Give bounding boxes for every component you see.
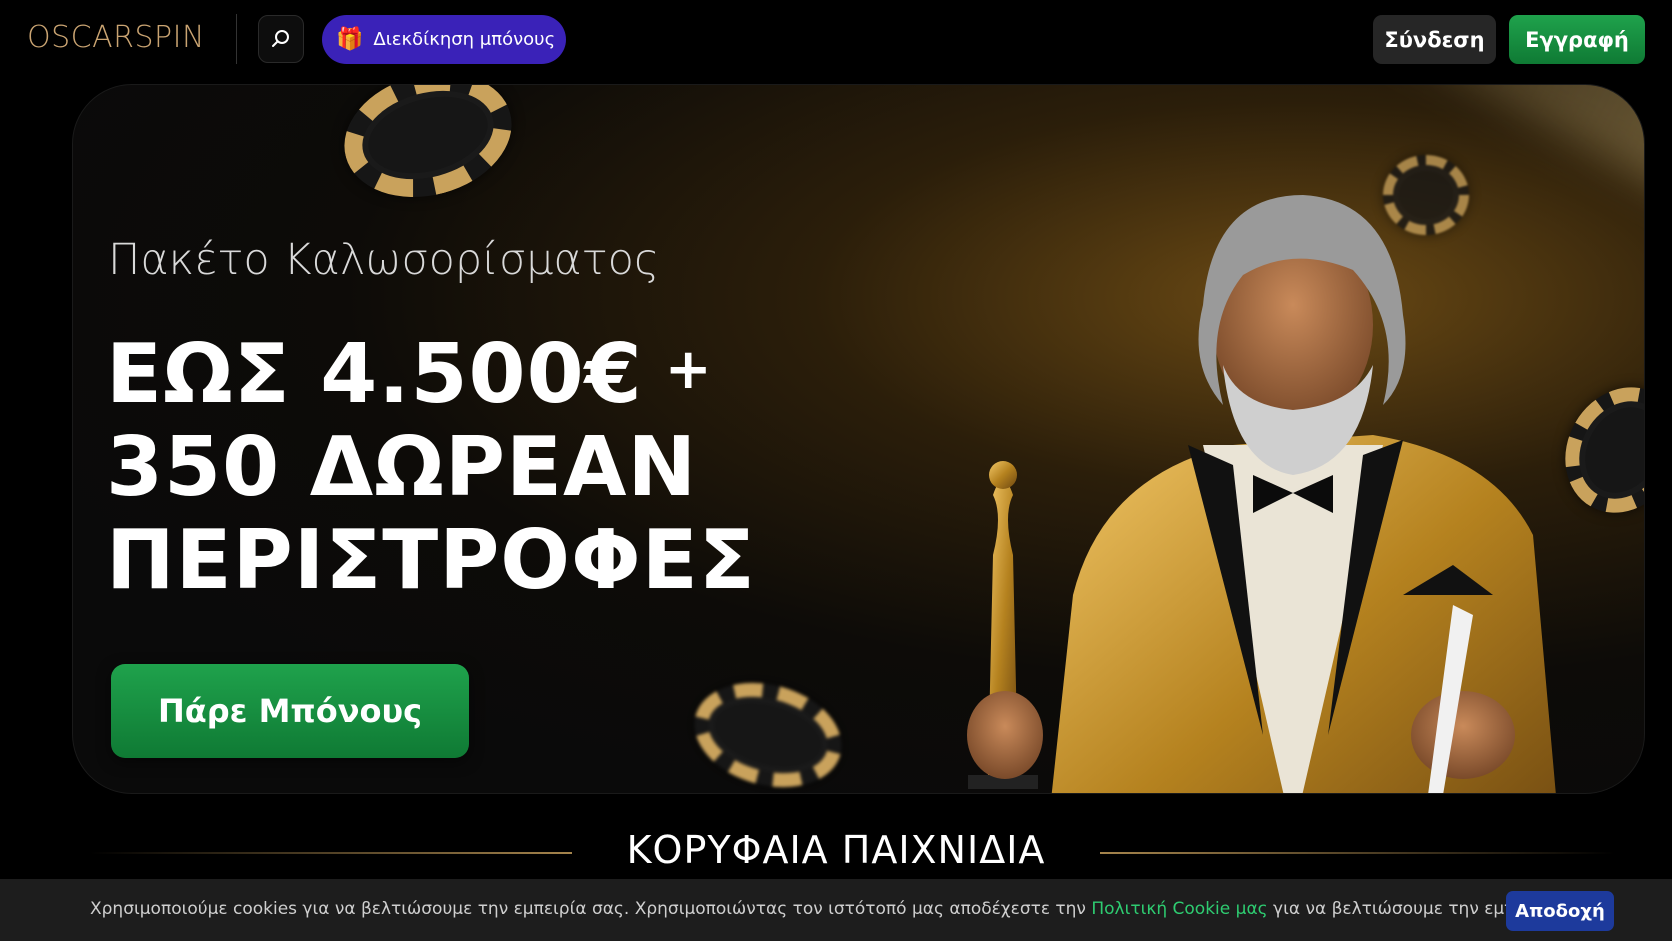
cookie-banner: Χρησιμοποιούμε cookies για να βελτιώσουμ… — [0, 879, 1672, 941]
casino-chip-decoration — [682, 667, 854, 793]
casino-chip-decoration — [330, 85, 526, 215]
get-bonus-button[interactable]: Πάρε Μπόνους — [111, 664, 469, 758]
headline-plus: + — [664, 337, 713, 402]
headline-line-1: ΕΩΣ 4.500€ — [106, 327, 643, 422]
cookie-policy-link[interactable]: Πολιτική Cookie μας — [1091, 899, 1267, 919]
top-header: OSCARSPIN 🎁 Διεκδίκηση μπόνους Σύνδεση Ε… — [0, 0, 1672, 80]
hero-headline: ΕΩΣ 4.500€ + 350 ΔΩΡΕΑΝ ΠΕΡΙΣΤΡΟΦΕΣ — [106, 323, 756, 607]
oscarspin-logo[interactable]: OSCARSPIN — [27, 20, 205, 55]
cookie-message: Χρησιμοποιούμε cookies για να βελτιώσουμ… — [90, 899, 1600, 919]
top-games-title: ΚΟΡΥΦΑΙΑ ΠΑΙΧΝΙΔΙΑ — [626, 828, 1046, 872]
search-button[interactable] — [258, 15, 304, 63]
oscar-host-illustration — [967, 195, 1556, 793]
hero-subtitle: Πακέτο Καλωσορίσματος — [108, 235, 660, 285]
claim-bonus-label: Διεκδίκηση μπόνους — [373, 29, 556, 50]
search-icon — [272, 30, 289, 47]
headline-line-3: ΠΕΡΙΣΤΡΟΦΕΣ — [106, 513, 756, 608]
header-divider — [236, 14, 237, 64]
section-divider-right — [1100, 852, 1615, 854]
welcome-bonus-banner: Πακέτο Καλωσορίσματος ΕΩΣ 4.500€ + 350 ΔΩ… — [72, 84, 1645, 794]
cookie-text-before: Χρησιμοποιούμε cookies για να βελτιώσουμ… — [90, 899, 1092, 919]
login-button[interactable]: Σύνδεση — [1373, 15, 1496, 64]
gift-icon: 🎁 — [336, 26, 364, 52]
headline-line-2: 350 ΔΩΡΕΑΝ — [106, 420, 698, 515]
accept-cookies-button[interactable]: Αποδοχή — [1506, 891, 1614, 931]
claim-bonus-button[interactable]: 🎁 Διεκδίκηση μπόνους — [322, 15, 566, 64]
register-button[interactable]: Εγγραφή — [1509, 15, 1645, 64]
